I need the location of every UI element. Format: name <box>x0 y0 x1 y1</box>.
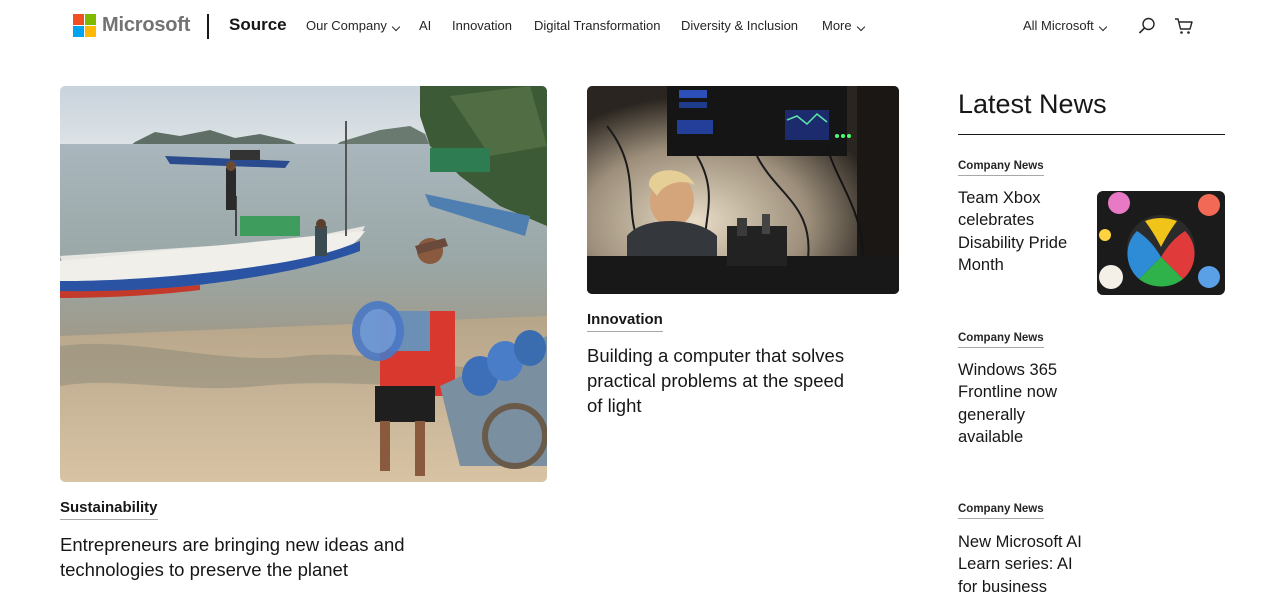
all-microsoft-menu[interactable]: All Microsoft <box>1023 18 1108 33</box>
nav-label: Our Company <box>306 18 387 33</box>
feature-image-sustainability[interactable] <box>60 86 547 482</box>
header-divider <box>207 14 209 39</box>
nav-more[interactable]: More <box>822 18 865 33</box>
nav-label: AI <box>419 18 432 33</box>
news-item-title[interactable]: Windows 365 Frontline now generally avai… <box>958 359 1088 449</box>
microsoft-logo-icon <box>73 14 96 37</box>
feature-headline[interactable]: Entrepreneurs are bringing new ideas and… <box>60 532 440 582</box>
news-category-link[interactable]: Company News <box>958 160 1044 176</box>
microsoft-wordmark: Microsoft <box>102 14 191 36</box>
feature-image-innovation[interactable] <box>587 86 899 294</box>
news-category-link[interactable]: Company News <box>958 332 1044 348</box>
news-item-title[interactable]: New Microsoft AI Learn series: AI for bu… <box>958 531 1088 598</box>
chevron-down-icon <box>1098 22 1108 31</box>
nav-label: Diversity & Inclusion <box>681 18 799 33</box>
search-icon[interactable] <box>1136 15 1158 37</box>
cart-icon[interactable] <box>1173 15 1195 37</box>
feature-headline[interactable]: Building a computer that solves practica… <box>587 343 862 418</box>
all-microsoft-label: All Microsoft <box>1023 18 1094 33</box>
news-category-link[interactable]: Company News <box>958 503 1044 519</box>
nav-label: Innovation <box>452 18 512 33</box>
category-link[interactable]: Sustainability <box>60 499 158 520</box>
chevron-down-icon <box>391 22 401 31</box>
news-thumbnail-xbox[interactable] <box>1097 191 1225 295</box>
latest-news-divider <box>958 134 1225 135</box>
nav-label: Digital Transformation <box>534 18 661 33</box>
nav-label: More <box>822 18 852 33</box>
category-link[interactable]: Innovation <box>587 311 663 332</box>
latest-news-heading: Latest News <box>958 89 1107 119</box>
nav-innovation[interactable]: Innovation <box>452 18 512 33</box>
nav-our-company[interactable]: Our Company <box>306 18 401 33</box>
news-item-title[interactable]: Team Xbox celebrates Disability Pride Mo… <box>958 187 1088 277</box>
site-name-link[interactable]: Source <box>229 15 287 35</box>
site-header: Microsoft Source Our Company AI Innovati… <box>0 0 1280 54</box>
nav-diversity-inclusion[interactable]: Diversity & Inclusion <box>681 18 798 33</box>
chevron-down-icon <box>856 22 865 31</box>
nav-ai[interactable]: AI <box>419 18 431 33</box>
microsoft-logo[interactable]: Microsoft <box>73 14 190 37</box>
nav-digital-transformation[interactable]: Digital Transformation <box>534 18 660 33</box>
